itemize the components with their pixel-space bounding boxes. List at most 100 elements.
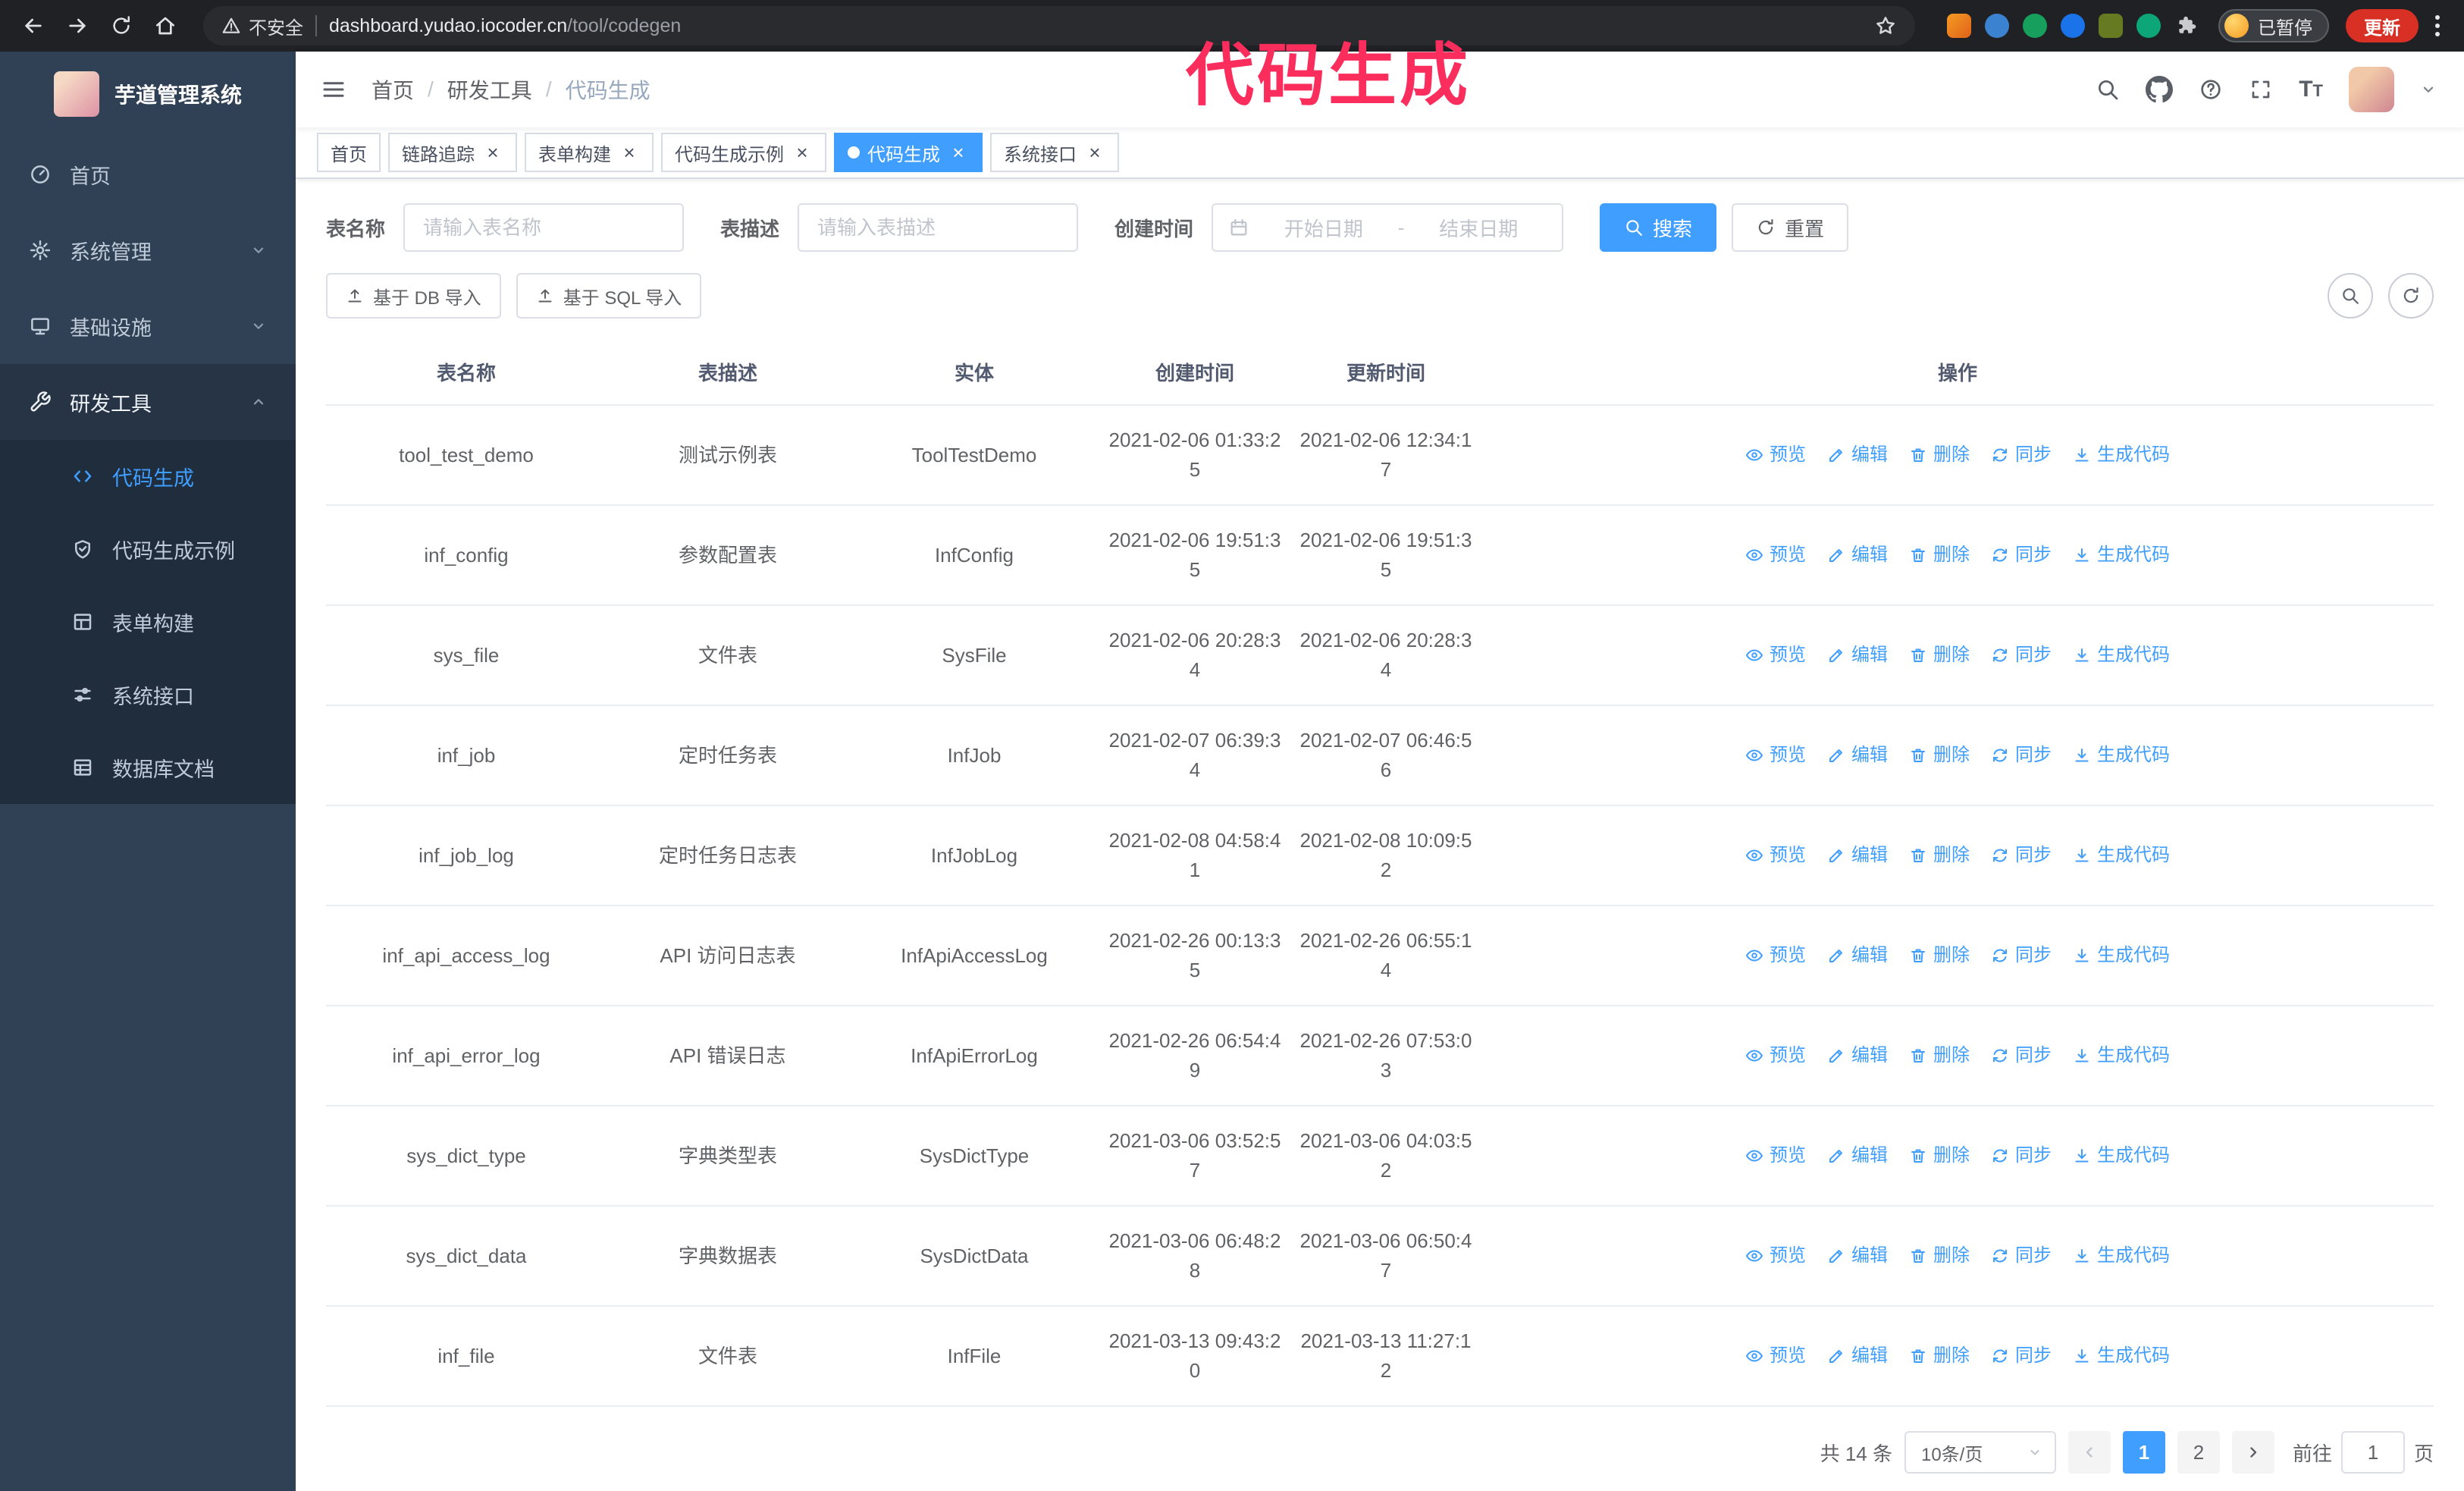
preview-link[interactable]: 预览 bbox=[1745, 1342, 1806, 1370]
delete-link[interactable]: 删除 bbox=[1909, 1342, 1970, 1370]
page-button-2[interactable]: 2 bbox=[2177, 1431, 2220, 1474]
browser-reload-icon[interactable] bbox=[103, 8, 140, 44]
sync-link[interactable]: 同步 bbox=[1991, 441, 2052, 469]
extension-icon-4[interactable] bbox=[2061, 14, 2085, 38]
import-sql-button[interactable]: 基于 SQL 导入 bbox=[516, 273, 702, 319]
user-avatar[interactable] bbox=[2349, 67, 2394, 112]
import-db-button[interactable]: 基于 DB 导入 bbox=[326, 273, 501, 319]
edit-link[interactable]: 编辑 bbox=[1827, 842, 1888, 869]
sidebar-item-db-docs[interactable]: 数据库文档 bbox=[0, 731, 296, 804]
tab-2[interactable]: 表单构建 × bbox=[525, 133, 654, 172]
delete-link[interactable]: 删除 bbox=[1909, 1242, 1970, 1270]
edit-link[interactable]: 编辑 bbox=[1827, 541, 1888, 569]
breadcrumb-dev-tools[interactable]: 研发工具 bbox=[447, 74, 532, 105]
page-size-select[interactable]: 10条/页 bbox=[1904, 1431, 2056, 1474]
address-bar[interactable]: 不安全 dashboard.yudao.iocoder.cn/tool/code… bbox=[203, 6, 1915, 46]
app-logo[interactable]: 芋道管理系统 bbox=[0, 52, 296, 137]
tab-close-icon[interactable]: × bbox=[1084, 142, 1105, 163]
delete-link[interactable]: 删除 bbox=[1909, 942, 1970, 969]
tab-3[interactable]: 代码生成示例 × bbox=[661, 133, 826, 172]
sidebar-item-dev-tools[interactable]: 研发工具 bbox=[0, 364, 296, 440]
delete-link[interactable]: 删除 bbox=[1909, 441, 1970, 469]
hamburger-icon[interactable] bbox=[296, 52, 371, 127]
tab-close-icon[interactable]: × bbox=[792, 142, 813, 163]
sync-link[interactable]: 同步 bbox=[1991, 1342, 2052, 1370]
sidebar-item-system-management[interactable]: 系统管理 bbox=[0, 212, 296, 288]
fullscreen-icon[interactable] bbox=[2249, 77, 2273, 102]
edit-link[interactable]: 编辑 bbox=[1827, 1142, 1888, 1169]
generate-code-link[interactable]: 生成代码 bbox=[2073, 642, 2170, 669]
extension-icon-2[interactable] bbox=[1985, 14, 2009, 38]
create-time-range-picker[interactable]: 开始日期 - 结束日期 bbox=[1212, 203, 1564, 252]
table-desc-input[interactable] bbox=[798, 203, 1079, 252]
prev-page-button[interactable] bbox=[2067, 1431, 2111, 1474]
preview-link[interactable]: 预览 bbox=[1745, 842, 1806, 869]
generate-code-link[interactable]: 生成代码 bbox=[2073, 942, 2170, 969]
extension-icon-1[interactable] bbox=[1947, 14, 1971, 38]
browser-back-icon[interactable] bbox=[15, 8, 52, 44]
delete-link[interactable]: 删除 bbox=[1909, 1142, 1970, 1169]
preview-link[interactable]: 预览 bbox=[1745, 942, 1806, 969]
preview-link[interactable]: 预览 bbox=[1745, 541, 1806, 569]
tab-4[interactable]: 代码生成 × bbox=[834, 133, 983, 172]
tab-close-icon[interactable]: × bbox=[482, 142, 503, 163]
sidebar-item-codegen[interactable]: 代码生成 bbox=[0, 440, 296, 513]
tab-close-icon[interactable]: × bbox=[948, 142, 969, 163]
edit-link[interactable]: 编辑 bbox=[1827, 1042, 1888, 1069]
table-name-input[interactable] bbox=[403, 203, 685, 252]
sync-link[interactable]: 同步 bbox=[1991, 541, 2052, 569]
sidebar-item-home[interactable]: 首页 bbox=[0, 137, 296, 212]
browser-menu-icon[interactable] bbox=[2435, 15, 2440, 36]
delete-link[interactable]: 删除 bbox=[1909, 742, 1970, 769]
preview-link[interactable]: 预览 bbox=[1745, 742, 1806, 769]
sync-link[interactable]: 同步 bbox=[1991, 942, 2052, 969]
breadcrumb-home[interactable]: 首页 bbox=[371, 74, 414, 105]
sidebar-item-codegen-example[interactable]: 代码生成示例 bbox=[0, 513, 296, 585]
generate-code-link[interactable]: 生成代码 bbox=[2073, 742, 2170, 769]
refresh-table-button[interactable] bbox=[2388, 273, 2434, 319]
extension-icon-6[interactable] bbox=[2136, 14, 2161, 38]
sync-link[interactable]: 同步 bbox=[1991, 1042, 2052, 1069]
bookmark-star-icon[interactable] bbox=[1874, 14, 1897, 37]
github-icon[interactable] bbox=[2146, 76, 2173, 103]
generate-code-link[interactable]: 生成代码 bbox=[2073, 1142, 2170, 1169]
preview-link[interactable]: 预览 bbox=[1745, 441, 1806, 469]
delete-link[interactable]: 删除 bbox=[1909, 642, 1970, 669]
search-button[interactable]: 搜索 bbox=[1600, 203, 1717, 252]
generate-code-link[interactable]: 生成代码 bbox=[2073, 1042, 2170, 1069]
preview-link[interactable]: 预览 bbox=[1745, 1142, 1806, 1169]
preview-link[interactable]: 预览 bbox=[1745, 1242, 1806, 1270]
sync-link[interactable]: 同步 bbox=[1991, 742, 2052, 769]
tab-0[interactable]: 首页 bbox=[317, 133, 381, 172]
sidebar-item-infrastructure[interactable]: 基础设施 bbox=[0, 288, 296, 364]
delete-link[interactable]: 删除 bbox=[1909, 842, 1970, 869]
browser-home-icon[interactable] bbox=[147, 8, 183, 44]
sidebar-item-system-api[interactable]: 系统接口 bbox=[0, 658, 296, 731]
sync-link[interactable]: 同步 bbox=[1991, 642, 2052, 669]
extensions-puzzle-icon[interactable] bbox=[2174, 14, 2199, 38]
sidebar-item-form-builder[interactable]: 表单构建 bbox=[0, 585, 296, 658]
next-page-button[interactable] bbox=[2231, 1431, 2274, 1474]
preview-link[interactable]: 预览 bbox=[1745, 642, 1806, 669]
generate-code-link[interactable]: 生成代码 bbox=[2073, 1342, 2170, 1370]
tab-1[interactable]: 链路追踪 × bbox=[388, 133, 517, 172]
sync-link[interactable]: 同步 bbox=[1991, 1142, 2052, 1169]
delete-link[interactable]: 删除 bbox=[1909, 1042, 1970, 1069]
generate-code-link[interactable]: 生成代码 bbox=[2073, 1242, 2170, 1270]
toggle-search-button[interactable] bbox=[2328, 273, 2373, 319]
sync-link[interactable]: 同步 bbox=[1991, 1242, 2052, 1270]
goto-page-input[interactable] bbox=[2340, 1431, 2405, 1474]
generate-code-link[interactable]: 生成代码 bbox=[2073, 441, 2170, 469]
edit-link[interactable]: 编辑 bbox=[1827, 642, 1888, 669]
tab-5[interactable]: 系统接口 × bbox=[990, 133, 1119, 172]
generate-code-link[interactable]: 生成代码 bbox=[2073, 842, 2170, 869]
edit-link[interactable]: 编辑 bbox=[1827, 942, 1888, 969]
preview-link[interactable]: 预览 bbox=[1745, 1042, 1806, 1069]
sync-link[interactable]: 同步 bbox=[1991, 842, 2052, 869]
page-button-1[interactable]: 1 bbox=[2122, 1431, 2165, 1474]
edit-link[interactable]: 编辑 bbox=[1827, 1242, 1888, 1270]
extension-icon-5[interactable] bbox=[2099, 14, 2123, 38]
font-size-icon[interactable]: TT bbox=[2299, 77, 2323, 102]
edit-link[interactable]: 编辑 bbox=[1827, 742, 1888, 769]
search-icon[interactable] bbox=[2096, 77, 2120, 102]
